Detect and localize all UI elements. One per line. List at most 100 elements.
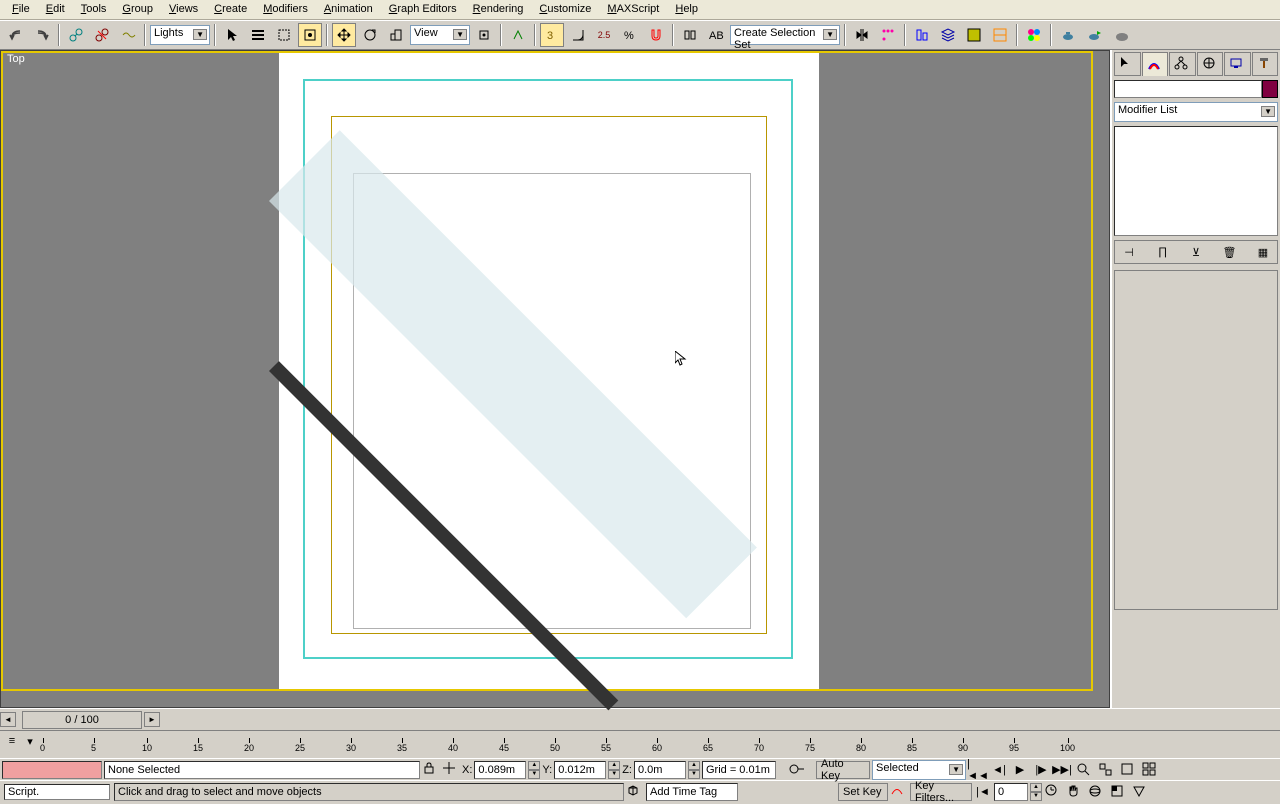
y-spinner[interactable]: ▲▼ — [608, 761, 620, 779]
named-selection-dropdown[interactable]: Create Selection Set — [730, 25, 840, 45]
snap-toggle-button[interactable]: 3 — [540, 23, 564, 47]
configure-sets-button[interactable]: ▦ — [1253, 243, 1273, 261]
arc-rotate-button[interactable] — [1086, 783, 1106, 801]
comm-center-button[interactable] — [778, 761, 814, 779]
pivot-center-button[interactable] — [472, 23, 496, 47]
z-coord-field[interactable]: 0.0m — [634, 761, 686, 779]
create-tab[interactable] — [1114, 52, 1141, 76]
trackbar-filter-button[interactable]: ▾ — [22, 733, 38, 749]
time-slider-handle[interactable]: 0 / 100 — [22, 711, 142, 729]
menu-rendering[interactable]: Rendering — [465, 0, 532, 19]
menu-grapheditors[interactable]: Graph Editors — [381, 0, 465, 19]
viewport-nav1-button[interactable] — [1074, 761, 1094, 779]
spinner-snap-button[interactable] — [644, 23, 668, 47]
animation-keying-area[interactable] — [2, 761, 102, 779]
modifier-stack[interactable] — [1114, 126, 1278, 236]
y-coord-field[interactable]: 0.012m — [554, 761, 606, 779]
select-scale-button[interactable] — [384, 23, 408, 47]
align-button[interactable] — [910, 23, 934, 47]
select-object-button[interactable] — [220, 23, 244, 47]
bind-spacewarp-button[interactable] — [116, 23, 140, 47]
track-bar[interactable]: ≡ ▾ 051015202530354045505560657075808590… — [0, 730, 1280, 758]
goto-start-button[interactable]: |◄◄ — [968, 761, 988, 779]
viewport[interactable]: Top — [0, 50, 1110, 708]
viewport-nav3-button[interactable] — [1118, 761, 1138, 779]
select-by-name-button[interactable] — [246, 23, 270, 47]
key-filters-button[interactable]: Key Filters... — [910, 783, 972, 801]
x-spinner[interactable]: ▲▼ — [528, 761, 540, 779]
selection-filter-dropdown[interactable]: Lights — [150, 25, 210, 45]
pin-stack-button[interactable]: ⊣ — [1119, 243, 1139, 261]
window-crossing-button[interactable] — [298, 23, 322, 47]
array-button[interactable] — [876, 23, 900, 47]
undo-button[interactable] — [4, 23, 28, 47]
prev-frame-button[interactable]: ◄| — [989, 761, 1009, 779]
make-unique-button[interactable]: ⊻ — [1186, 243, 1206, 261]
pan-button[interactable] — [1064, 783, 1084, 801]
time-slider[interactable]: ◄ 0 / 100 ► — [0, 708, 1280, 730]
utilities-tab[interactable] — [1252, 52, 1279, 76]
layers-button[interactable] — [936, 23, 960, 47]
frame-spinner[interactable]: ▲▼ — [1030, 783, 1042, 801]
play-button[interactable]: ▶ — [1010, 761, 1030, 779]
minmax-viewport-button[interactable] — [1108, 783, 1128, 801]
trackbar-open-button[interactable]: ≡ — [4, 733, 20, 749]
x-coord-field[interactable]: 0.089m — [474, 761, 526, 779]
menu-group[interactable]: Group — [114, 0, 161, 19]
render-scene-button[interactable] — [1056, 23, 1080, 47]
object-name-input[interactable] — [1114, 80, 1262, 98]
select-rotate-button[interactable] — [358, 23, 382, 47]
menu-modifiers[interactable]: Modifiers — [255, 0, 316, 19]
select-move-button[interactable] — [332, 23, 356, 47]
schematic-button[interactable] — [988, 23, 1012, 47]
timeslider-right-button[interactable]: ► — [144, 712, 160, 727]
modifier-list-dropdown[interactable]: Modifier List — [1114, 102, 1278, 122]
menu-views[interactable]: Views — [161, 0, 206, 19]
object-color-swatch[interactable] — [1262, 80, 1278, 98]
time-tag-field[interactable]: Add Time Tag — [646, 783, 738, 801]
angle-snap-button[interactable] — [566, 23, 590, 47]
field-of-view-button[interactable] — [1130, 783, 1150, 801]
redo-button[interactable] — [30, 23, 54, 47]
material-editor-button[interactable] — [1022, 23, 1046, 47]
show-end-result-button[interactable]: ∏ — [1153, 243, 1173, 261]
mirror-button[interactable] — [850, 23, 874, 47]
timeslider-left-button[interactable]: ◄ — [0, 712, 16, 727]
named-sets-button[interactable] — [678, 23, 702, 47]
link-button[interactable] — [64, 23, 88, 47]
z-spinner[interactable]: ▲▼ — [688, 761, 700, 779]
menu-file[interactable]: File — [4, 0, 38, 19]
selection-lock-button[interactable] — [422, 761, 440, 779]
select-region-button[interactable] — [272, 23, 296, 47]
menu-create[interactable]: Create — [206, 0, 255, 19]
curve-editor-button[interactable] — [962, 23, 986, 47]
modify-tab[interactable] — [1142, 52, 1169, 76]
menu-tools[interactable]: Tools — [73, 0, 115, 19]
current-frame-field[interactable]: 0 — [994, 783, 1028, 801]
isolate-selection-button[interactable] — [626, 783, 644, 801]
percent-snap-button[interactable]: % — [618, 23, 642, 47]
remove-modifier-button[interactable]: 🗑 — [1220, 243, 1240, 261]
viewport-nav4-button[interactable] — [1140, 761, 1160, 779]
menu-maxscript[interactable]: MAXScript — [599, 0, 667, 19]
render-last-button[interactable] — [1108, 23, 1132, 47]
menu-edit[interactable]: Edit — [38, 0, 73, 19]
hierarchy-tab[interactable] — [1169, 52, 1196, 76]
named-sets-toggle-button[interactable]: ABC — [704, 23, 728, 47]
motion-tab[interactable] — [1197, 52, 1224, 76]
quick-render-button[interactable] — [1082, 23, 1106, 47]
set-key-button[interactable]: Set Key — [838, 783, 888, 801]
transform-typein-button[interactable] — [442, 761, 460, 779]
next-frame-button[interactable]: |▶ — [1031, 761, 1051, 779]
display-tab[interactable] — [1224, 52, 1251, 76]
ref-coord-dropdown[interactable]: View — [410, 25, 470, 45]
time-configuration-button[interactable] — [1044, 783, 1062, 801]
auto-key-button[interactable]: Auto Key — [816, 761, 870, 779]
key-mode-button[interactable] — [890, 783, 908, 801]
viewport-nav2-button[interactable] — [1096, 761, 1116, 779]
script-listener[interactable]: Script. — [4, 784, 110, 800]
menu-customize[interactable]: Customize — [531, 0, 599, 19]
time-config-button[interactable]: |◄ — [974, 783, 992, 801]
menu-animation[interactable]: Animation — [316, 0, 381, 19]
menu-help[interactable]: Help — [667, 0, 706, 19]
